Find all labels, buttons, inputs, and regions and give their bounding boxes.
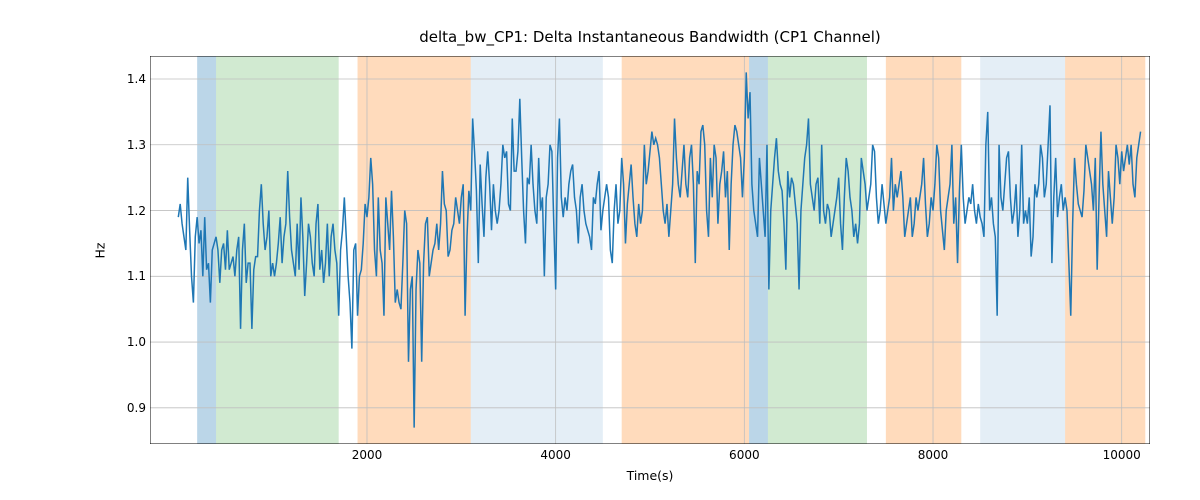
x-axis-label: Time(s) bbox=[150, 468, 1150, 483]
y-tick-label: 0.9 bbox=[127, 401, 146, 415]
plot-svg bbox=[150, 56, 1150, 444]
x-tick-label: 6000 bbox=[729, 448, 760, 462]
background-band bbox=[749, 56, 768, 444]
plot-area bbox=[150, 56, 1150, 444]
x-tick-label: 4000 bbox=[540, 448, 571, 462]
background-band bbox=[768, 56, 867, 444]
background-bands bbox=[197, 56, 1145, 444]
x-tick-label: 2000 bbox=[352, 448, 383, 462]
x-tick-label: 10000 bbox=[1103, 448, 1141, 462]
chart-title-text: delta_bw_CP1: Delta Instantaneous Bandwi… bbox=[419, 28, 881, 46]
background-band bbox=[886, 56, 961, 444]
y-tick-label: 1.2 bbox=[127, 204, 146, 218]
y-axis-label: Hz bbox=[93, 242, 108, 258]
background-band bbox=[471, 56, 603, 444]
y-tick-label: 1.1 bbox=[127, 269, 146, 283]
chart-title: delta_bw_CP1: Delta Instantaneous Bandwi… bbox=[150, 28, 1150, 46]
y-tick-label: 1.4 bbox=[127, 72, 146, 86]
y-tick-label: 1.3 bbox=[127, 138, 146, 152]
x-tick-label: 8000 bbox=[918, 448, 949, 462]
background-band bbox=[1065, 56, 1145, 444]
y-axis-label-wrap: Hz bbox=[90, 56, 110, 444]
y-tick-label: 1.0 bbox=[127, 335, 146, 349]
